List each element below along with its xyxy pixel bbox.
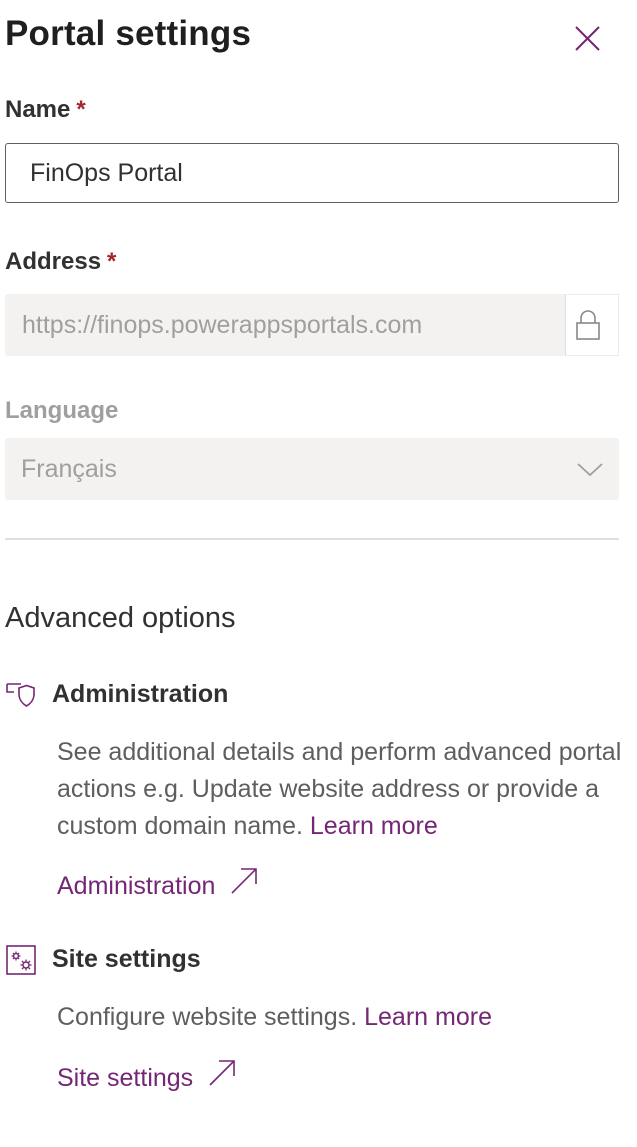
section-divider [5, 538, 619, 540]
lock-icon [576, 310, 600, 340]
language-label: Language [5, 397, 119, 424]
administration-link-label: Administration [57, 872, 216, 900]
admin-shield-icon [6, 683, 35, 707]
site-settings-link[interactable]: Site settings [57, 1058, 237, 1093]
site-settings-link-label: Site settings [57, 1064, 194, 1092]
address-lock [565, 294, 619, 356]
administration-description: See additional details and perform advan… [57, 734, 627, 845]
name-label-text: Name [5, 96, 71, 123]
panel-title: Portal settings [5, 14, 252, 53]
close-icon [575, 26, 600, 51]
administration-title: Administration [52, 680, 229, 708]
address-label: Address * [5, 248, 116, 276]
address-field: https://finops.powerappsportals.com [5, 294, 619, 356]
site-settings-title: Site settings [52, 945, 201, 973]
language-dropdown: Français [5, 438, 619, 500]
language-selected: Français [21, 455, 117, 483]
required-marker: * [76, 96, 86, 123]
site-settings-description-text: Configure website settings. [57, 1003, 358, 1031]
settings-gears-icon [6, 945, 36, 975]
site-settings-learn-more-link[interactable]: Learn more [364, 1003, 492, 1031]
portal-settings-panel: Portal settings Name* Address* https://f… [0, 0, 637, 1147]
administration-link[interactable]: Administration [57, 866, 259, 901]
address-value: https://finops.powerappsportals.com [22, 311, 423, 339]
close-button[interactable] [566, 16, 610, 60]
name-input[interactable] [5, 143, 619, 203]
advanced-options-heading: Advanced options [5, 602, 236, 634]
open-external-icon [231, 868, 258, 894]
address-label-text: Address [5, 248, 102, 275]
administration-learn-more-link[interactable]: Learn more [310, 812, 438, 840]
name-label: Name * [5, 96, 86, 124]
chevron-down-icon [577, 463, 603, 477]
open-external-icon [209, 1060, 235, 1086]
required-marker: * [107, 248, 117, 275]
site-settings-description: Configure website settings. Learn more [57, 999, 627, 1036]
